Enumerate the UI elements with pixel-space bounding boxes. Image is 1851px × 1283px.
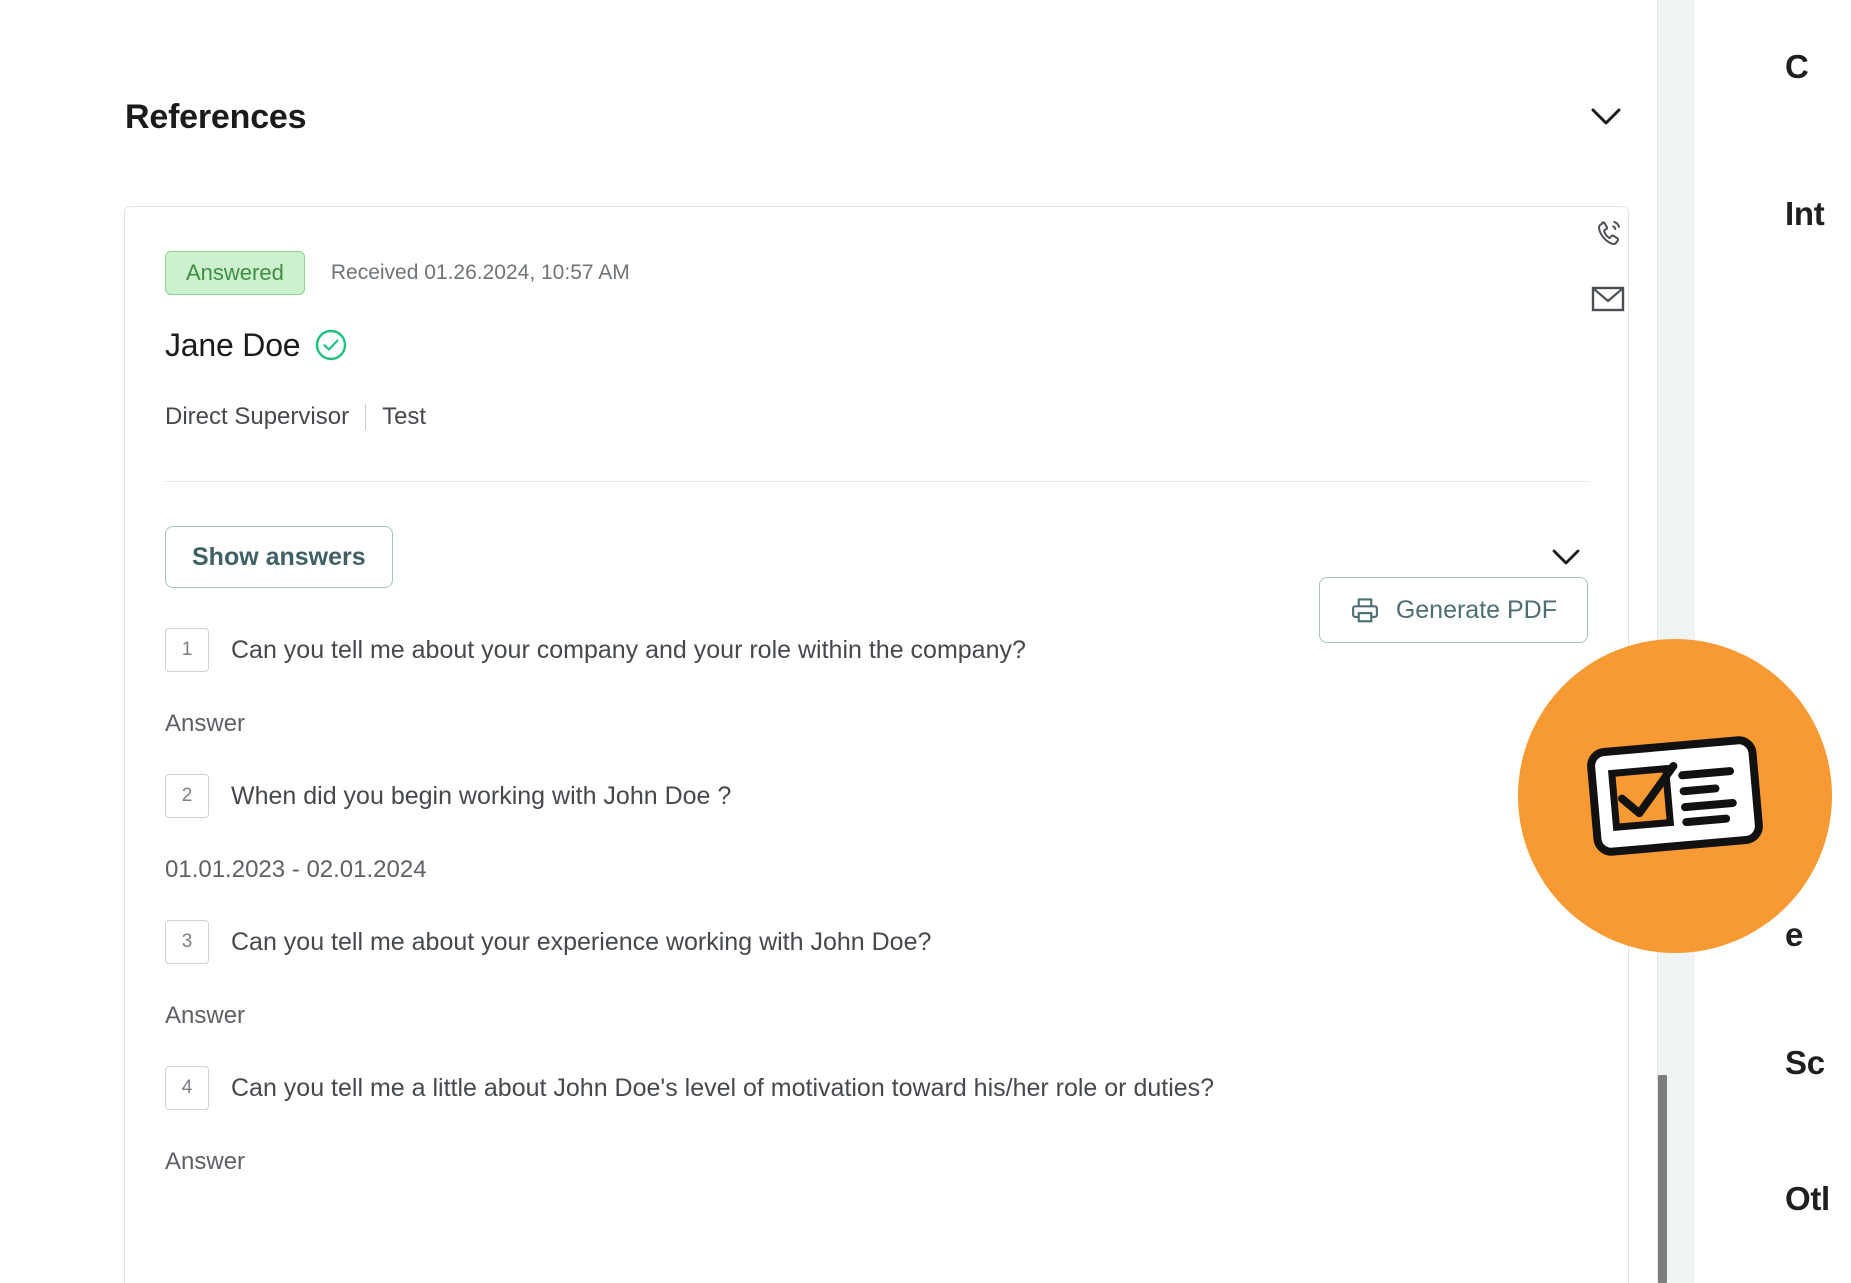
printer-icon (1350, 595, 1380, 625)
sidebar-item-2[interactable]: e (1785, 916, 1803, 954)
reference-name: Jane Doe (165, 326, 301, 363)
question-number: 1 (165, 628, 209, 672)
answer-text: Answer (165, 710, 246, 737)
answers-collapse-chevron-down-icon[interactable] (1544, 535, 1588, 579)
page-title: References (125, 97, 307, 136)
answer-text: 01.01.2023 - 02.01.2024 (165, 856, 427, 883)
contact-icon-group (1588, 213, 1628, 319)
show-answers-button[interactable]: Show answers (165, 526, 393, 588)
sidebar-item-3[interactable]: Sc (1785, 1044, 1825, 1082)
phone-icon[interactable] (1588, 213, 1628, 253)
question-number: 2 (165, 774, 209, 818)
question-row: 3 Can you tell me about your experience … (165, 920, 1588, 964)
section-collapse-chevron-down-icon[interactable] (1584, 95, 1628, 139)
reference-relationship: Direct Supervisor (165, 403, 350, 430)
questions-list: 1 Can you tell me about your company and… (165, 628, 1588, 1178)
app-screen: References Generate PDF Answered Receive… (0, 0, 1851, 1283)
question-text: Can you tell me about your experience wo… (231, 928, 932, 956)
survey-card-icon (1580, 726, 1770, 866)
question-number: 4 (165, 1066, 209, 1110)
reference-meta-row: Direct Supervisor Test (165, 397, 1588, 437)
question-text: When did you begin working with John Doe… (231, 782, 732, 810)
envelope-icon[interactable] (1588, 279, 1628, 319)
answer-text: Answer (165, 1002, 246, 1029)
sidebar-item-1[interactable]: Int (1785, 195, 1825, 233)
check-circle-icon (314, 328, 348, 362)
question-text: Can you tell me about your company and y… (231, 636, 1026, 664)
generate-pdf-label: Generate PDF (1395, 595, 1557, 624)
question-row: 2 When did you begin working with John D… (165, 774, 1588, 818)
meta-divider (365, 404, 367, 430)
question-number: 3 (165, 920, 209, 964)
reference-name-row: Jane Doe (165, 323, 1588, 367)
sidebar-items: C Int e Sc Otl (1695, 0, 1851, 1283)
sidebar-item-4[interactable]: Otl (1785, 1180, 1830, 1218)
question-block: 3 Can you tell me about your experience … (165, 920, 1588, 1032)
reference-status-row: Answered Received 01.26.2024, 10:57 AM (165, 249, 1588, 297)
status-badge: Answered (165, 251, 305, 295)
reference-company: Test (382, 403, 427, 430)
question-block: 2 When did you begin working with John D… (165, 774, 1588, 886)
sidebar-item-0[interactable]: C (1785, 48, 1809, 86)
question-text: Can you tell me a little about John Doe'… (231, 1074, 1215, 1102)
generate-pdf-button[interactable]: Generate PDF (1318, 577, 1588, 643)
vertical-scrollbar-thumb[interactable] (1658, 1075, 1667, 1283)
reference-card: Generate PDF Answered Received 01.26.202… (124, 206, 1629, 1283)
received-timestamp: Received 01.26.2024, 10:57 AM (330, 261, 630, 284)
card-divider (165, 481, 1588, 482)
question-block: 1 Can you tell me about your company and… (165, 628, 1588, 740)
question-row: 4 Can you tell me a little about John Do… (165, 1066, 1588, 1110)
references-section-header: References (125, 86, 1628, 148)
answer-text: Answer (165, 1148, 246, 1175)
question-block: 4 Can you tell me a little about John Do… (165, 1066, 1588, 1178)
survey-floating-action-button[interactable] (1518, 639, 1832, 953)
references-panel: References Generate PDF Answered Receive… (0, 0, 1657, 1283)
